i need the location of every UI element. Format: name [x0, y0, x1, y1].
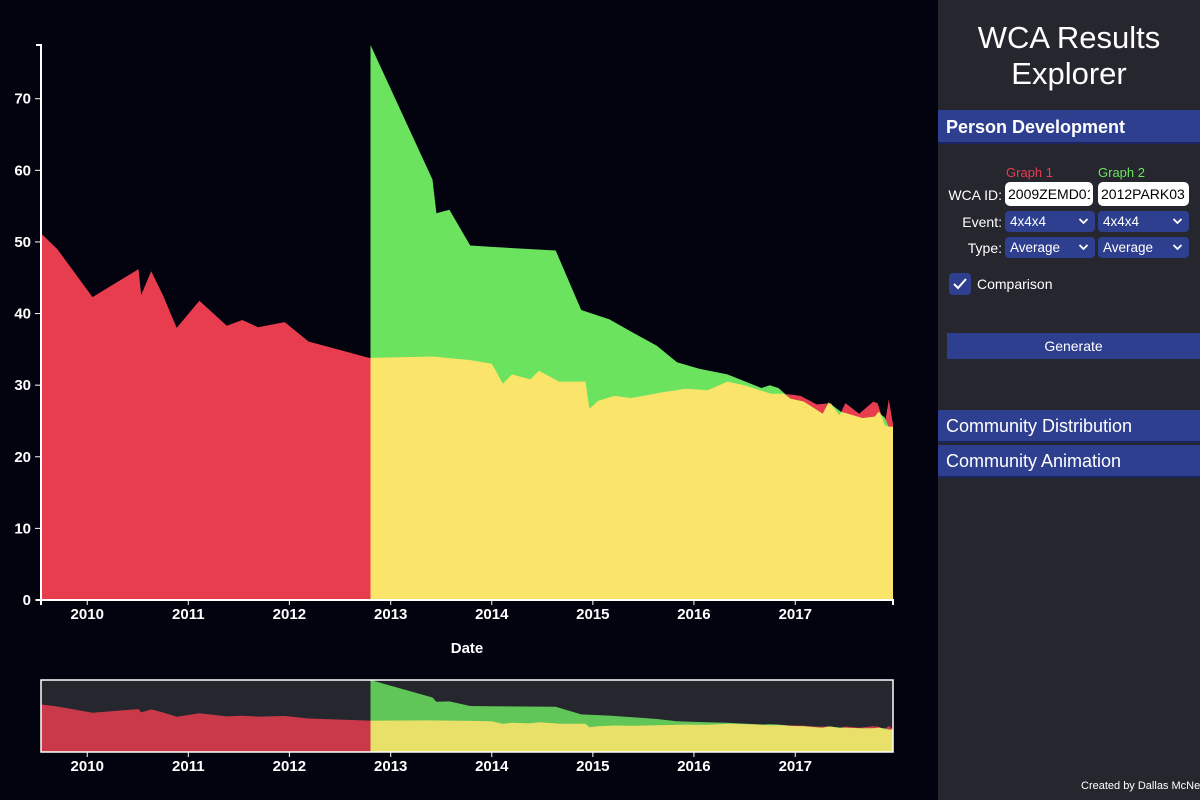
y-tick-label: 70 [14, 91, 31, 108]
app-title-line-1: WCA Results [977, 20, 1161, 55]
x-tick-label: 2013 [374, 606, 407, 623]
x-tick-label: 2010 [71, 606, 104, 623]
person-development-header[interactable]: Person Development [938, 110, 1200, 144]
chevron-down-icon [1172, 237, 1183, 266]
y-tick-label: 50 [14, 234, 31, 251]
y-tick-label: 30 [14, 377, 31, 394]
type-select-1[interactable]: Average [1005, 237, 1095, 258]
y-tick-label: 0 [23, 592, 31, 609]
event-select-2[interactable]: 4x4x4 [1098, 211, 1189, 232]
app-title: WCA Results Explorer [938, 20, 1200, 92]
type-select-1-value: Average [1010, 240, 1061, 255]
checkmark-icon [953, 278, 967, 290]
x-tick-label: 2011 [172, 606, 205, 623]
chart-area: 0 10 20 30 40 50 60 70 2010 2011 2012 2013 2014 2015 2… [0, 0, 938, 800]
y-tick-label: 20 [14, 449, 31, 466]
x-tick-label: 2012 [273, 606, 306, 623]
sidebar: WCA Results Explorer Person Development … [938, 0, 1200, 800]
overview-x-tick-label: 2017 [779, 758, 812, 775]
type-label: Type: [967, 240, 1002, 256]
community-animation-header[interactable]: Community Animation [938, 445, 1200, 478]
y-tick-label: 10 [14, 520, 31, 537]
app-title-line-2: Explorer [1011, 56, 1127, 91]
chevron-down-icon [1078, 237, 1089, 266]
overview-x-tick-label: 2012 [273, 758, 306, 775]
development-chart: 0 10 20 30 40 50 60 70 2010 2011 2012 2013 2014 2015 2… [14, 44, 894, 775]
overview-x-tick-label: 2010 [71, 758, 104, 775]
graph-2-label: Graph 2 [1098, 165, 1145, 180]
chevron-down-icon [1078, 211, 1089, 240]
wca-id-input-1[interactable] [1005, 182, 1093, 206]
credit-text: Created by Dallas McNeil [1081, 780, 1200, 792]
y-tick-label: 40 [14, 306, 31, 323]
y-axis [36, 44, 42, 601]
event-label: Event: [962, 214, 1002, 230]
event-select-1[interactable]: 4x4x4 [1005, 211, 1095, 232]
wca-id-label: WCA ID: [948, 187, 1002, 203]
graph-1-label: Graph 1 [1006, 165, 1053, 180]
x-tick-label: 2014 [475, 606, 509, 623]
event-select-2-value: 4x4x4 [1103, 214, 1140, 229]
event-select-1-value: 4x4x4 [1010, 214, 1047, 229]
overview-x-tick-label: 2015 [576, 758, 609, 775]
overview-x-tick-label: 2014 [475, 758, 509, 775]
x-axis [40, 599, 894, 605]
y-tick-label: 60 [14, 162, 31, 179]
wca-id-input-2[interactable] [1098, 182, 1189, 206]
overview-x-tick-label: 2013 [374, 758, 407, 775]
x-tick-label: 2015 [576, 606, 609, 623]
x-axis-title: Date [451, 640, 484, 657]
type-select-2-value: Average [1103, 240, 1154, 255]
generate-button[interactable]: Generate [947, 333, 1200, 359]
x-tick-label: 2017 [779, 606, 812, 623]
overview-x-tick-label: 2011 [172, 758, 205, 775]
x-tick-label: 2016 [677, 606, 710, 623]
community-distribution-header[interactable]: Community Distribution [938, 410, 1200, 443]
overview-x-tick-label: 2016 [677, 758, 710, 775]
chevron-down-icon [1172, 211, 1183, 240]
comparison-label: Comparison [977, 276, 1053, 292]
type-select-2[interactable]: Average [1098, 237, 1189, 258]
comparison-checkbox[interactable] [949, 273, 971, 295]
